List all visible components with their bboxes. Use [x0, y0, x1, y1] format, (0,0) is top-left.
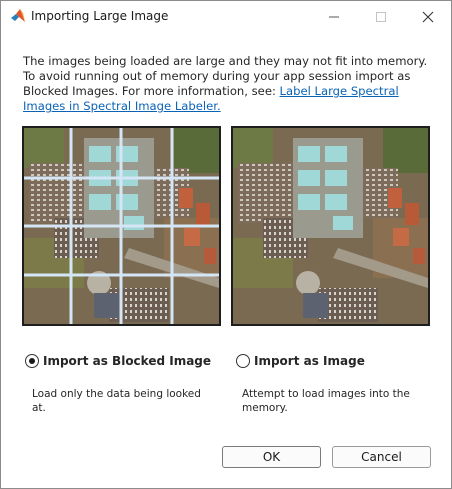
import-blocked-radio[interactable]: Import as Blocked Image: [25, 354, 211, 368]
import-image-radio[interactable]: Import as Image: [236, 354, 365, 368]
image-description: Attempt to load images into the memory.: [242, 388, 410, 414]
blocked-image-preview: [22, 126, 221, 326]
info-message: The images being loaded are large and th…: [23, 54, 433, 114]
title-bar: Importing Large Image: [1, 1, 451, 32]
maximize-button[interactable]: [358, 1, 404, 32]
blocked-description: Load only the data being looked at.: [32, 388, 201, 414]
import-image-label: Import as Image: [254, 354, 365, 368]
radio-selected-icon: [25, 354, 39, 368]
matlab-logo-icon: [10, 8, 26, 24]
minimize-button[interactable]: [311, 1, 357, 32]
full-image-preview: [231, 126, 430, 326]
close-button[interactable]: [405, 1, 451, 32]
close-icon: [422, 11, 434, 22]
ok-button[interactable]: OK: [222, 446, 321, 468]
dialog-window: Importing Large Image The images being l…: [0, 0, 452, 489]
cancel-button[interactable]: Cancel: [332, 446, 431, 468]
window-title: Importing Large Image: [31, 9, 169, 23]
maximize-icon: [376, 11, 386, 22]
import-blocked-label: Import as Blocked Image: [43, 354, 212, 368]
minimize-icon: [329, 16, 339, 17]
radio-unselected-icon: [236, 354, 250, 368]
